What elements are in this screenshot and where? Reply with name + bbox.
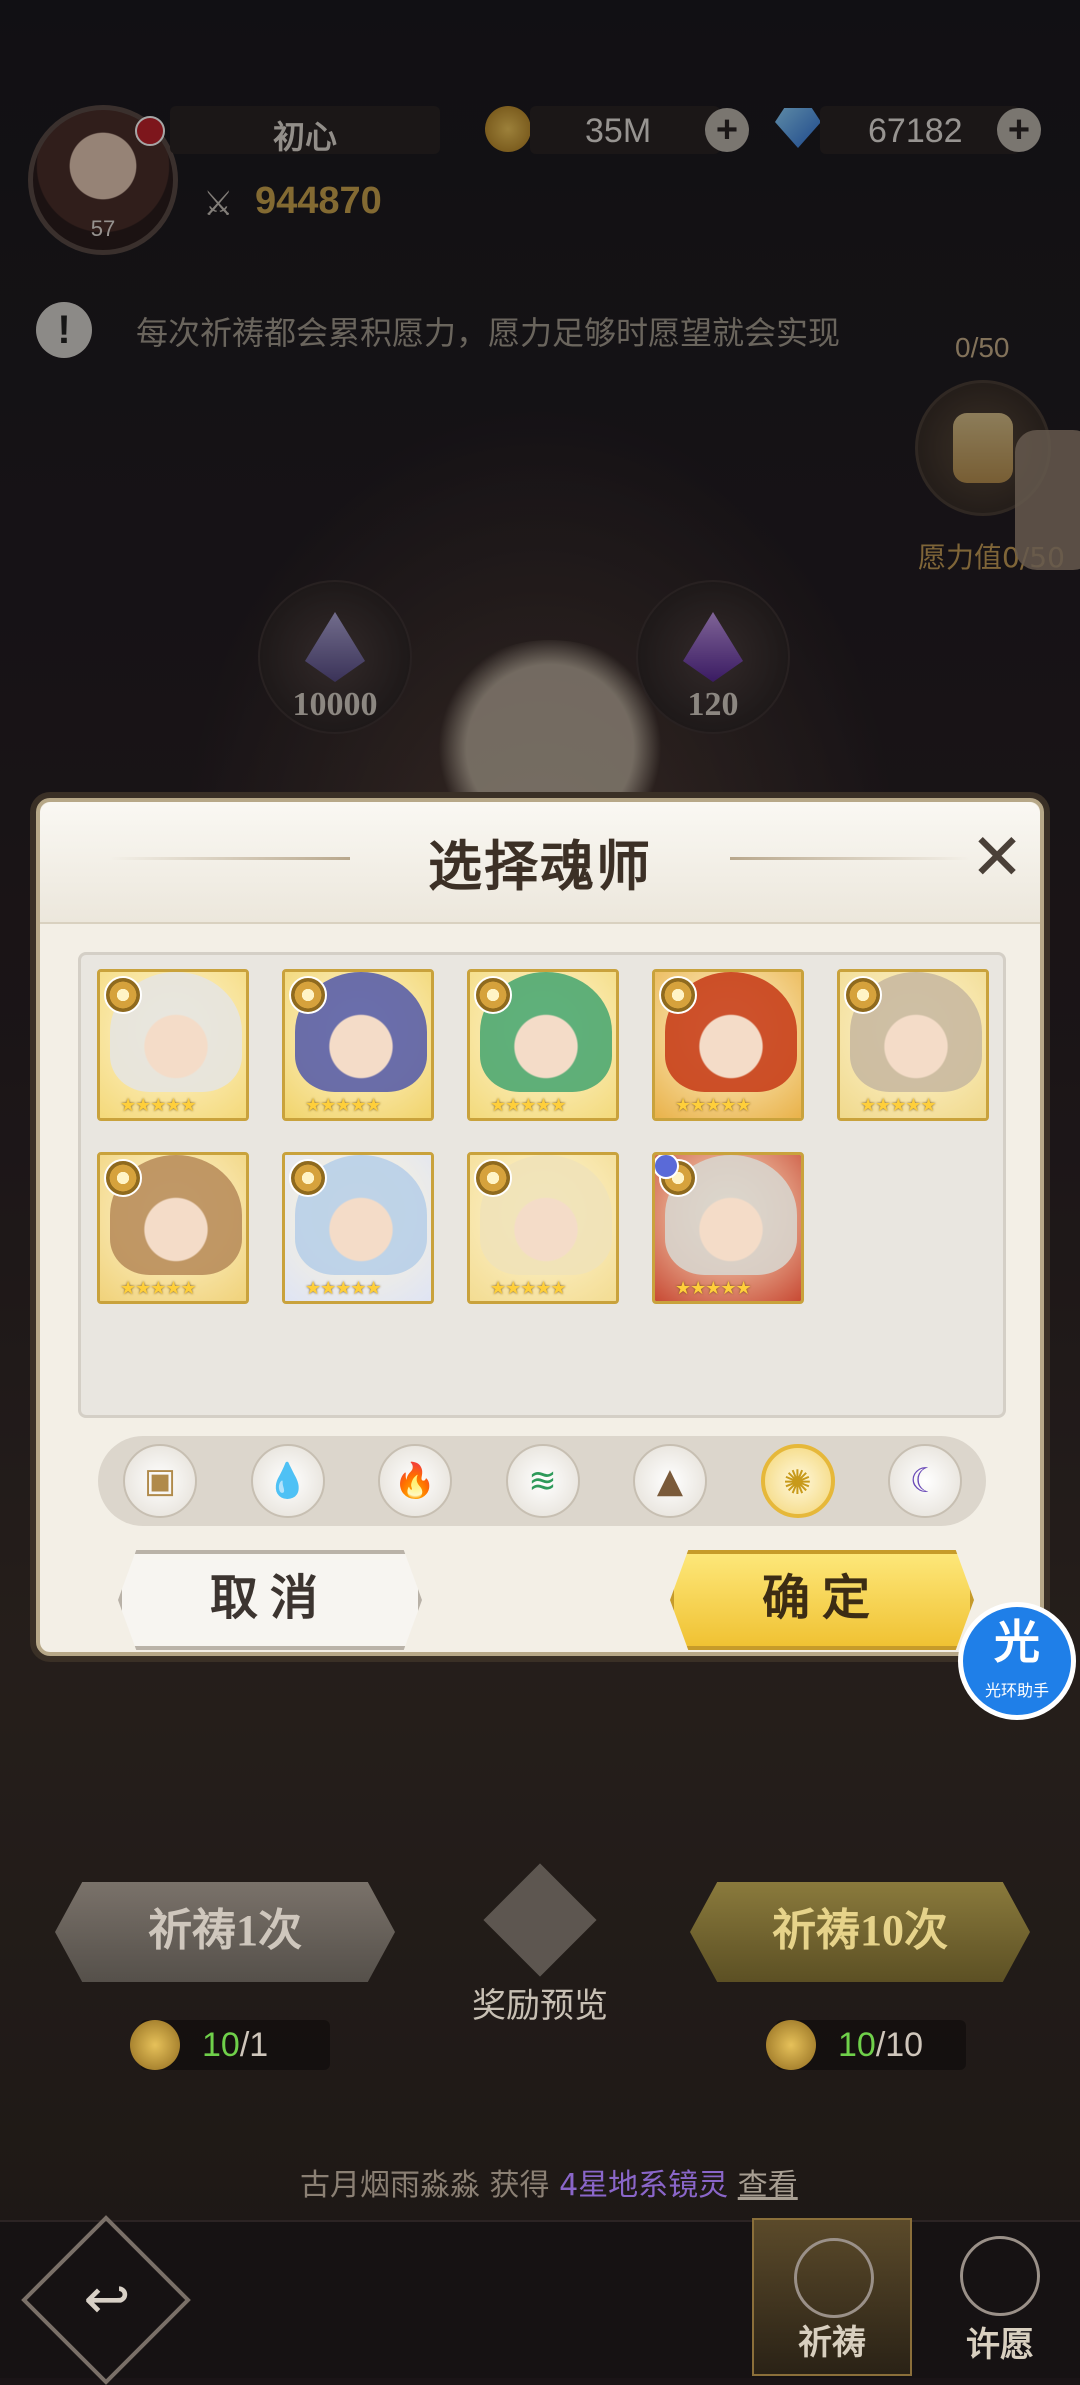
star-rating: ★★★★★: [120, 1278, 197, 1299]
filter-earth-icon[interactable]: ▲: [633, 1444, 707, 1518]
character-card[interactable]: ★★★★★: [97, 969, 249, 1121]
tab-wish[interactable]: 许愿: [920, 2218, 1080, 2376]
reward-preview-icon: [483, 1863, 597, 1977]
dialog-title: 选择魂师: [428, 837, 652, 897]
character-card[interactable]: ★★★★★: [97, 1152, 249, 1304]
pray-ten-cost: 10/10: [766, 2020, 966, 2070]
cancel-button[interactable]: 取消: [118, 1550, 422, 1650]
character-card[interactable]: ★★★★★: [652, 1152, 804, 1304]
cost-text: 10/1: [202, 2026, 269, 2064]
light-element-icon: [659, 976, 697, 1014]
star-rating: ★★★★★: [860, 1095, 937, 1116]
character-grid: ★★★★★ ★★★★★ ★★★★★ ★★★★★ ★★★★★ ★★★★★ ★★★★★ ★★★★★…: [78, 952, 1006, 1418]
dialog-header: 选择魂师 ✕: [40, 802, 1040, 924]
character-card[interactable]: ★★★★★: [467, 969, 619, 1121]
character-card[interactable]: ★★★★★: [282, 1152, 434, 1304]
star-rating: ★★★★★: [675, 1095, 752, 1116]
wish-tab-icon: [960, 2236, 1040, 2316]
light-element-icon: [289, 1159, 327, 1197]
prayer-coin-icon: [130, 2020, 180, 2070]
reward-preview-button[interactable]: 奖励预览: [470, 1863, 610, 2026]
character-portrait: [683, 986, 779, 1096]
character-portrait: [498, 1169, 594, 1279]
light-element-icon: [289, 976, 327, 1014]
light-element-icon: [844, 976, 882, 1014]
news-verb: 获得: [489, 2168, 550, 2203]
reward-preview-label: 奖励预览: [472, 1986, 608, 2026]
broadcast-message: 古月烟雨淼淼 获得 4星地系镜灵 查看: [300, 2160, 798, 2204]
character-portrait: [128, 986, 224, 1096]
pray-once-button[interactable]: 祈祷1次: [55, 1882, 395, 1982]
prayer-coin-icon: [766, 2020, 816, 2070]
light-element-icon: [474, 976, 512, 1014]
filter-fire-icon[interactable]: 🔥: [378, 1444, 452, 1518]
cost-text: 10/10: [838, 2026, 924, 2064]
character-portrait: [313, 1169, 409, 1279]
star-rating: ★★★★★: [490, 1278, 567, 1299]
star-rating: ★★★★★: [305, 1278, 382, 1299]
filter-wind-icon[interactable]: ≋: [505, 1444, 580, 1518]
character-card[interactable]: ★★★★★: [467, 1152, 619, 1304]
news-player: 古月烟雨淼淼: [300, 2168, 480, 2203]
close-icon[interactable]: ✕: [966, 826, 1028, 892]
helper-logo: 光: [994, 1615, 1040, 1669]
character-card[interactable]: ★★★★★: [652, 969, 804, 1121]
pray-ten-button[interactable]: 祈祷10次: [690, 1882, 1030, 1982]
light-element-icon: [104, 1159, 142, 1197]
character-portrait: [868, 986, 964, 1096]
tab-wish-label: 许愿: [966, 2327, 1034, 2364]
pray-tab-icon: [794, 2238, 874, 2318]
character-portrait: [313, 986, 409, 1096]
back-arrow-icon: ↩: [83, 2267, 131, 2332]
filter-water-icon[interactable]: 💧: [250, 1444, 325, 1518]
pray-once-cost: 10/1: [130, 2020, 330, 2070]
special-badge-icon: [655, 1155, 679, 1179]
character-card[interactable]: ★★★★★: [282, 969, 434, 1121]
filter-dark-icon[interactable]: ☾: [888, 1444, 962, 1518]
star-rating: ★★★★★: [675, 1278, 752, 1299]
filter-all-icon[interactable]: ▣: [123, 1444, 197, 1518]
helper-label: 光环助手: [984, 1681, 1049, 1700]
filter-light-icon[interactable]: ✺: [760, 1444, 835, 1518]
character-portrait: [683, 1169, 779, 1279]
element-filter-bar: ▣ 💧 🔥 ≋ ▲ ✺ ☾: [98, 1436, 986, 1526]
light-element-icon: [104, 976, 142, 1014]
star-rating: ★★★★★: [490, 1095, 567, 1116]
confirm-button[interactable]: 确定: [670, 1550, 974, 1650]
character-portrait: [128, 1169, 224, 1279]
select-soul-master-dialog: 选择魂师 ✕ ★★★★★ ★★★★★ ★★★★★ ★★★★★ ★★★★★ ★★★★★ ★★★…: [36, 798, 1044, 1656]
tab-pray[interactable]: 祈祷: [752, 2218, 912, 2376]
character-card[interactable]: ★★★★★: [837, 969, 989, 1121]
light-element-icon: [474, 1159, 512, 1197]
news-view-link[interactable]: 查看: [738, 2168, 798, 2203]
star-rating: ★★★★★: [120, 1095, 197, 1116]
news-item: 4星地系镜灵: [559, 2168, 729, 2203]
halo-helper-button[interactable]: 光 光环助手: [958, 1602, 1076, 1720]
tab-pray-label: 祈祷: [798, 2325, 866, 2362]
header-ornament-right: [730, 857, 970, 860]
character-portrait: [498, 986, 594, 1096]
star-rating: ★★★★★: [305, 1095, 382, 1116]
